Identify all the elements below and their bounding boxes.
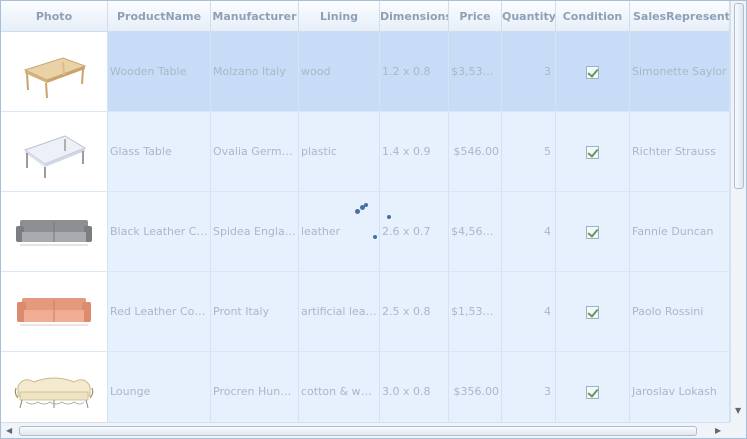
- manufacturer-cell[interactable]: Ovalia Germany: [211, 112, 299, 191]
- condition-cell[interactable]: [556, 32, 630, 111]
- condition-checkbox[interactable]: [586, 225, 599, 239]
- data-grid[interactable]: Photo ProductName Manufacturer Lining Di…: [0, 0, 747, 439]
- condition-cell[interactable]: [556, 112, 630, 191]
- manufacturer-cell[interactable]: Molzano Italy: [211, 32, 299, 111]
- price-cell[interactable]: $4,565.00: [449, 192, 502, 271]
- vertical-scrollbar[interactable]: ▲ ▼: [730, 1, 746, 422]
- wooden-table-photo: [1, 32, 108, 111]
- lining-cell[interactable]: wood: [299, 32, 380, 111]
- vertical-scroll-thumb[interactable]: [734, 3, 744, 189]
- table-row[interactable]: Wooden Table Molzano Italy wood 1.2 x 0.…: [1, 32, 730, 112]
- manufacturer-cell[interactable]: Procren Hungary: [211, 352, 299, 422]
- loading-spinner-icon: [351, 199, 395, 243]
- quantity-cell[interactable]: 3: [502, 32, 556, 111]
- condition-checkbox[interactable]: [586, 305, 599, 319]
- manufacturer-cell[interactable]: Pront Italy: [211, 272, 299, 351]
- grid-header: Photo ProductName Manufacturer Lining Di…: [1, 1, 730, 32]
- product-name-cell[interactable]: Lounge: [108, 352, 211, 422]
- price-cell[interactable]: $546.00: [449, 112, 502, 191]
- product-name-cell[interactable]: Black Leather Cou...: [108, 192, 211, 271]
- sales-rep-cell[interactable]: Simonette Saylor: [630, 32, 730, 111]
- quantity-cell[interactable]: 4: [502, 272, 556, 351]
- scroll-right-arrow-icon[interactable]: ▶: [715, 426, 721, 435]
- scroll-down-arrow-icon[interactable]: ▼: [735, 406, 741, 415]
- product-name-cell[interactable]: Red Leather Couch: [108, 272, 211, 351]
- quantity-cell[interactable]: 3: [502, 352, 556, 422]
- condition-cell[interactable]: [556, 192, 630, 271]
- lining-cell[interactable]: cotton & wool: [299, 352, 380, 422]
- lining-cell[interactable]: plastic: [299, 112, 380, 191]
- dimensions-cell[interactable]: 1.2 x 0.8: [380, 32, 449, 111]
- table-row[interactable]: Red Leather Couch Pront Italy artificial…: [1, 272, 730, 352]
- condition-checkbox[interactable]: [586, 65, 599, 79]
- sales-rep-cell[interactable]: Jaroslav Lokash: [630, 352, 730, 422]
- lounge-photo: [1, 352, 108, 422]
- scroll-left-arrow-icon[interactable]: ◀: [6, 426, 12, 435]
- price-cell[interactable]: $3,534.00: [449, 32, 502, 111]
- sales-rep-cell[interactable]: Paolo Rossini: [630, 272, 730, 351]
- quantity-cell[interactable]: 4: [502, 192, 556, 271]
- column-header-condition[interactable]: Condition: [556, 1, 630, 32]
- manufacturer-cell[interactable]: Spidea England: [211, 192, 299, 271]
- red-couch-photo: [1, 272, 108, 351]
- price-cell[interactable]: $356.00: [449, 352, 502, 422]
- lining-cell[interactable]: artificial leather: [299, 272, 380, 351]
- column-header-lining[interactable]: Lining: [299, 1, 380, 32]
- dimensions-cell[interactable]: 1.4 x 0.9: [380, 112, 449, 191]
- column-header-salesrepresentative[interactable]: SalesRepresentative: [630, 1, 730, 32]
- table-row[interactable]: Glass Table Ovalia Germany plastic 1.4 x…: [1, 112, 730, 192]
- dimensions-cell[interactable]: 2.5 x 0.8: [380, 272, 449, 351]
- column-header-price[interactable]: Price: [449, 1, 502, 32]
- condition-cell[interactable]: [556, 352, 630, 422]
- column-header-manufacturer[interactable]: Manufacturer: [211, 1, 299, 32]
- column-header-quantity[interactable]: Quantity: [502, 1, 556, 32]
- column-header-productname[interactable]: ProductName: [108, 1, 211, 32]
- sales-rep-cell[interactable]: Fannie Duncan: [630, 192, 730, 271]
- glass-table-photo: [1, 112, 108, 191]
- product-name-cell[interactable]: Wooden Table: [108, 32, 211, 111]
- horizontal-scrollbar[interactable]: ◀ ▶: [1, 422, 730, 438]
- black-couch-photo: [1, 192, 108, 271]
- condition-cell[interactable]: [556, 272, 630, 351]
- column-header-dimensions[interactable]: Dimensions: [380, 1, 449, 32]
- condition-checkbox[interactable]: [586, 385, 599, 399]
- price-cell[interactable]: $1,534.00: [449, 272, 502, 351]
- horizontal-scroll-thumb[interactable]: [19, 426, 697, 436]
- column-header-photo[interactable]: Photo: [1, 1, 108, 32]
- product-name-cell[interactable]: Glass Table: [108, 112, 211, 191]
- condition-checkbox[interactable]: [586, 145, 599, 159]
- table-row[interactable]: Lounge Procren Hungary cotton & wool 3.0…: [1, 352, 730, 422]
- scrollbar-corner: [730, 422, 746, 438]
- dimensions-cell[interactable]: 3.0 x 0.8: [380, 352, 449, 422]
- sales-rep-cell[interactable]: Richter Strauss: [630, 112, 730, 191]
- quantity-cell[interactable]: 5: [502, 112, 556, 191]
